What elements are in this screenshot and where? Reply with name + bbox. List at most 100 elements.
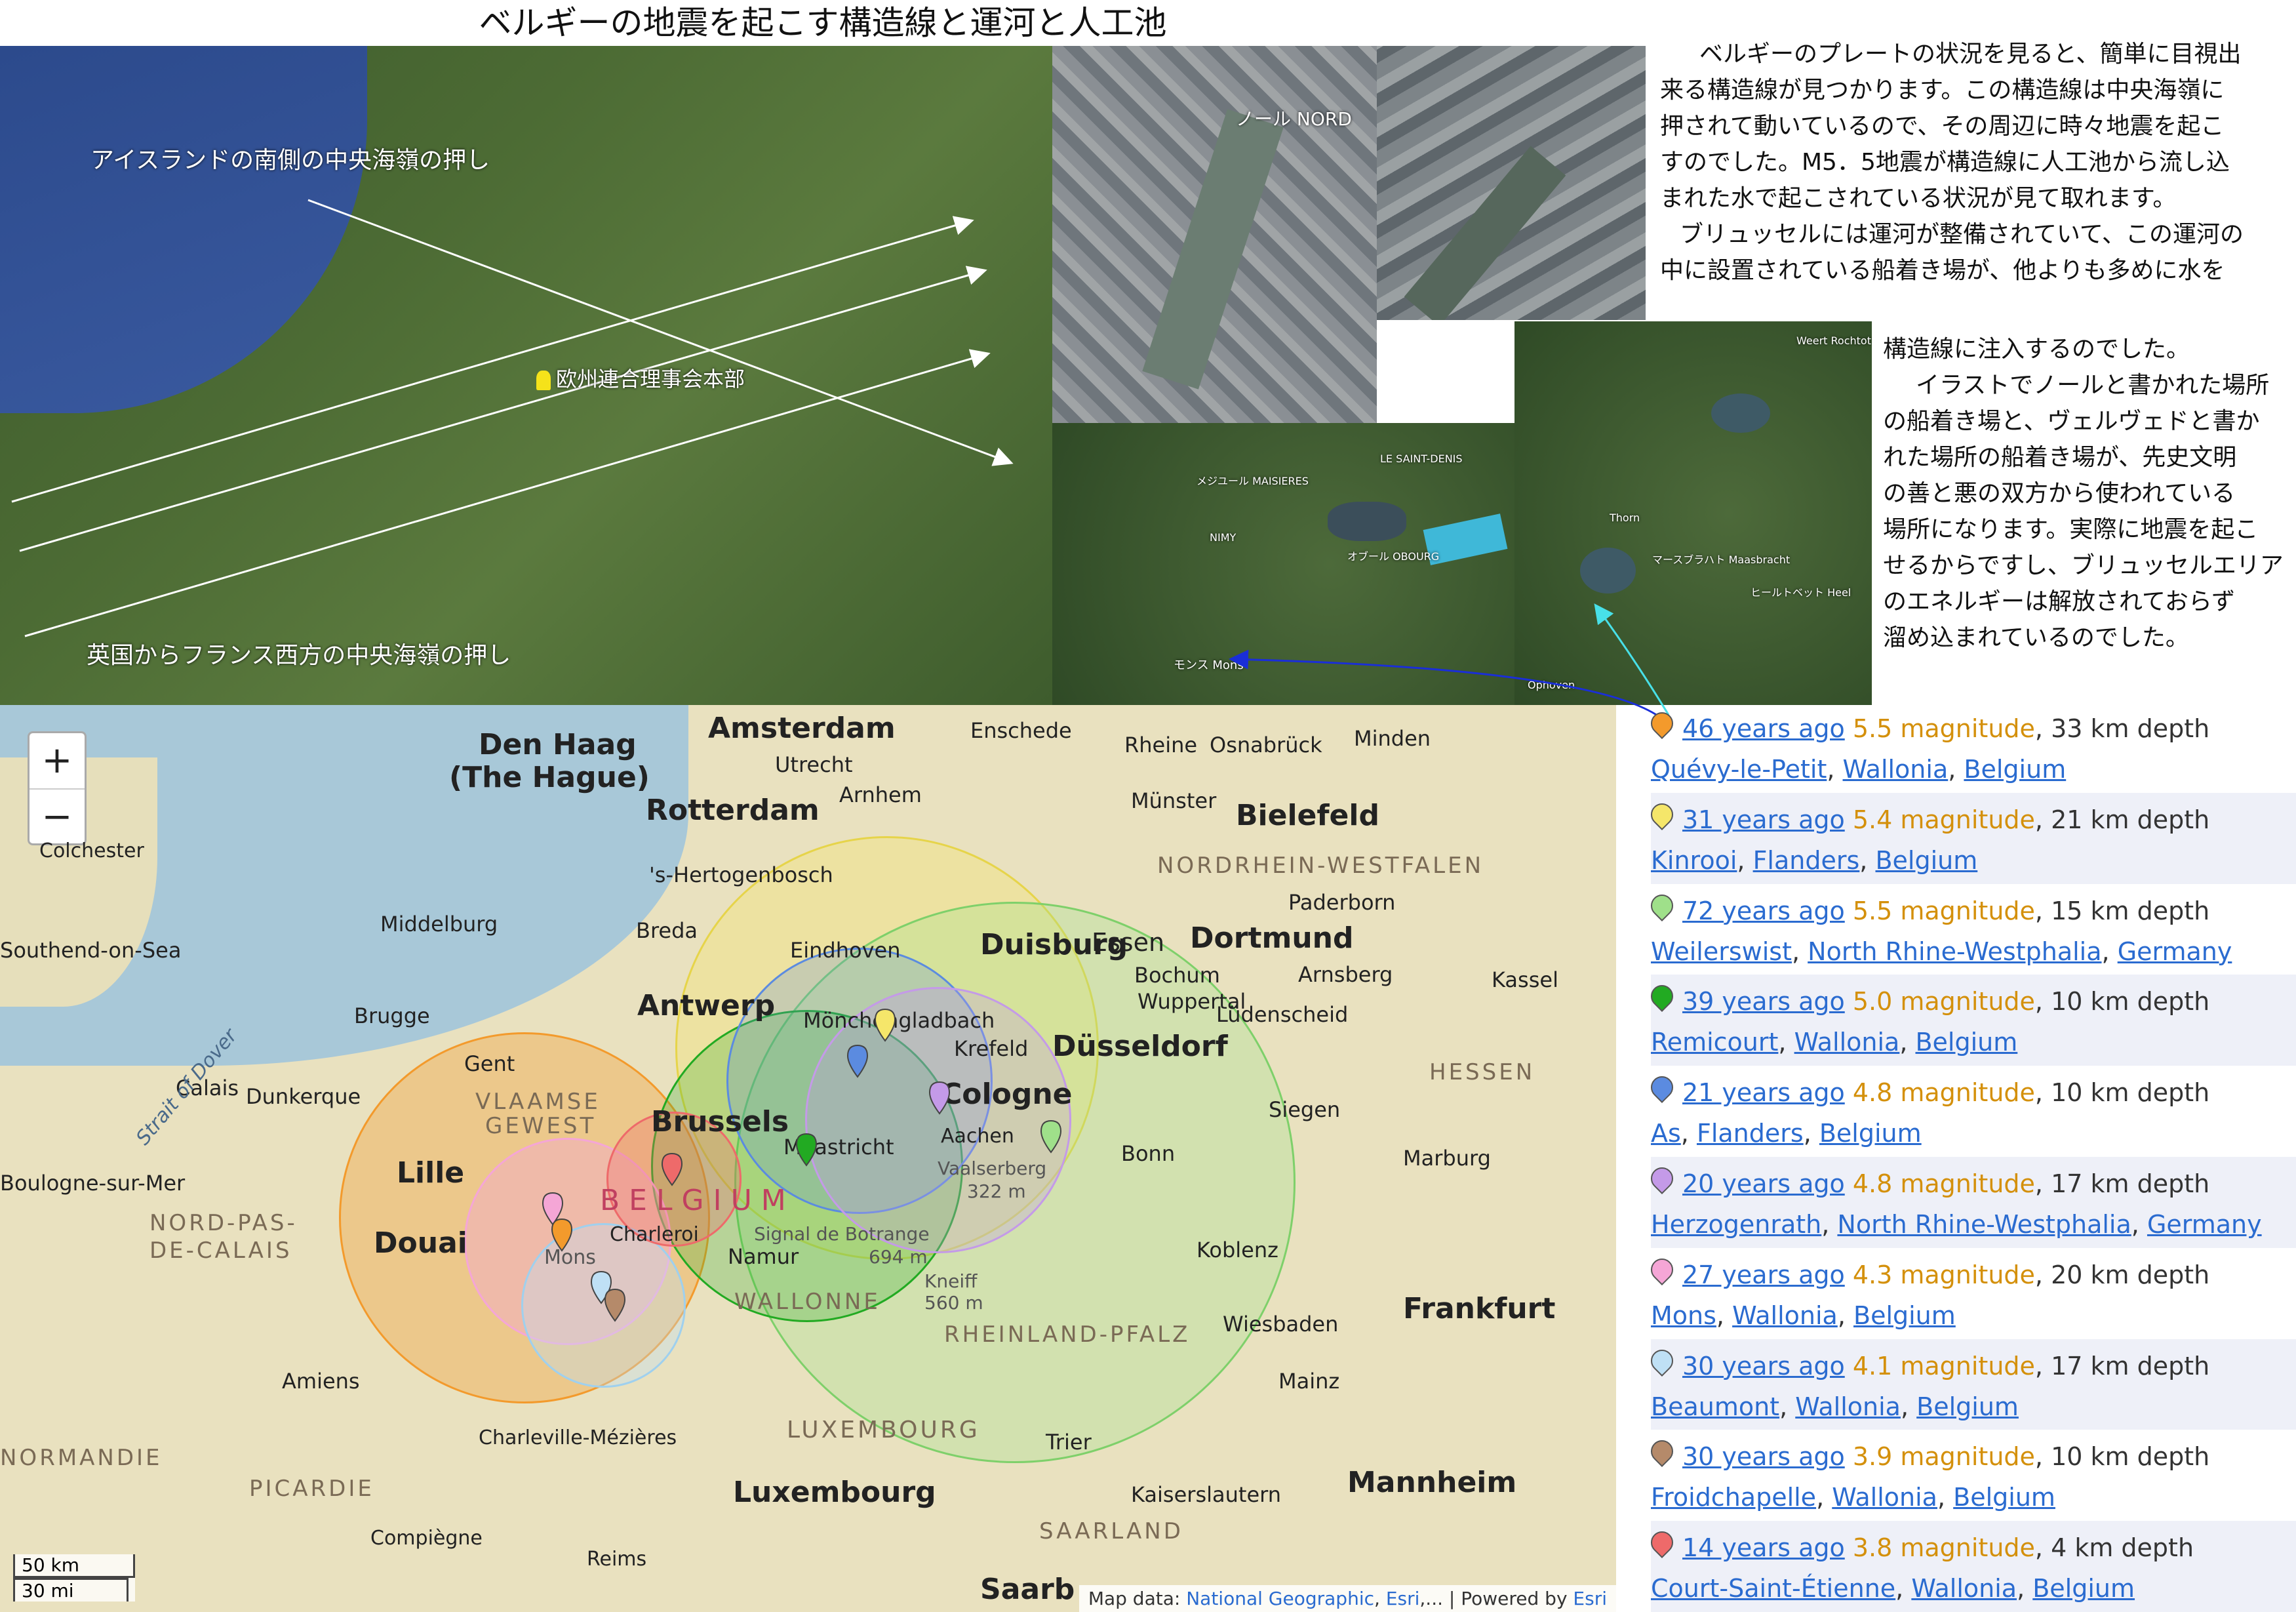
quake-region-link[interactable]: Wallonia — [1843, 755, 1949, 784]
attribution-sep: , — [1374, 1588, 1386, 1609]
map-label: Vaalserberg — [938, 1158, 1047, 1179]
label-nord: ノール NORD — [1236, 108, 1352, 130]
label-mons-map: モンス Mons — [1174, 658, 1244, 672]
map-label: 694 m — [869, 1246, 928, 1268]
map-label: Douai — [374, 1226, 467, 1260]
quake-time-link[interactable]: 21 years ago — [1682, 1078, 1845, 1107]
attribution-national-geographic[interactable]: National Geographic — [1186, 1588, 1374, 1609]
quake-place-link[interactable]: Remicourt — [1651, 1028, 1778, 1057]
map-scale: 50 km 30 mi — [13, 1554, 135, 1602]
map-label: Dortmund — [1190, 921, 1354, 955]
quake-time-link[interactable]: 72 years ago — [1682, 897, 1845, 925]
quake-country-link[interactable]: Belgium — [2032, 1574, 2135, 1603]
quake-magnitude: 5.5 magnitude — [1852, 714, 2035, 743]
quake-depth: , 17 km depth — [2034, 1169, 2210, 1198]
quake-time-link[interactable]: 46 years ago — [1682, 714, 1845, 743]
quake-country-link[interactable]: Germany — [2147, 1210, 2262, 1239]
text-line: 中に設置されている船着き場が、他よりも多めに水を — [1660, 257, 2225, 284]
quake-region-link[interactable]: Flanders — [1697, 1119, 1804, 1148]
map-label: Cologne — [941, 1078, 1073, 1111]
label-saint-denis: LE SAINT-DENIS — [1380, 453, 1463, 465]
map-label: 's-Hertogenbosch — [649, 862, 833, 887]
map-pin-icon — [1646, 1072, 1678, 1104]
map-pin-icon — [1646, 1253, 1678, 1285]
quake-region-link[interactable]: Wallonia — [1911, 1574, 2017, 1603]
quake-depth: , 21 km depth — [2034, 805, 2210, 834]
zoom-out-button[interactable]: − — [30, 790, 85, 845]
quake-country-link[interactable]: Belgium — [1875, 846, 1977, 875]
quake-time-link[interactable]: 30 years ago — [1682, 1352, 1845, 1380]
quake-place-link[interactable]: Mons — [1651, 1301, 1716, 1330]
map-label: Kaiserslautern — [1131, 1482, 1281, 1507]
eu-marker-icon — [536, 371, 551, 390]
quake-location: Kinrooi, Flanders, Belgium — [1651, 845, 1978, 875]
map-label: NORMANDIE — [0, 1445, 163, 1471]
quake-country-link[interactable]: Germany — [2118, 937, 2232, 966]
map-label: PICARDIE — [249, 1476, 374, 1502]
quake-time-link[interactable]: 27 years ago — [1682, 1260, 1845, 1289]
quake-place-link[interactable]: Quévy-le-Petit — [1651, 755, 1827, 784]
quake-depth: , 15 km depth — [2034, 896, 2210, 925]
text-line: のエネルギーは解放されておらず — [1883, 588, 2236, 615]
map-label: Mainz — [1278, 1369, 1340, 1394]
map-pin-icon — [1646, 798, 1678, 830]
label-nimy: NIMY — [1210, 531, 1237, 544]
quake-place-link[interactable]: Beaumont — [1651, 1392, 1779, 1421]
map-label: SAARLAND — [1039, 1518, 1183, 1544]
label-iceland-ridge: アイスランドの南側の中央海嶺の押し — [90, 147, 490, 174]
quake-place-link[interactable]: Herzogenrath — [1651, 1210, 1821, 1239]
quake-time-link[interactable]: 20 years ago — [1682, 1169, 1845, 1198]
quake-depth: , 4 km depth — [2034, 1533, 2194, 1563]
quake-place-link[interactable]: As — [1651, 1119, 1681, 1148]
quake-region-link[interactable]: Flanders — [1753, 846, 1860, 875]
aerial-map-maasbracht: マースブラハト Maasbracht Thorn ヒールトベット Heel We… — [1514, 321, 1872, 705]
attribution-esri[interactable]: Esri — [1386, 1588, 1420, 1609]
quake-place-link[interactable]: Froidchapelle — [1651, 1483, 1816, 1512]
quake-place-link[interactable]: Kinrooi — [1651, 846, 1737, 875]
attribution-esri-powered[interactable]: Esri — [1573, 1588, 1607, 1609]
zoom-in-button[interactable]: + — [30, 733, 85, 790]
map-label: Brugge — [354, 1003, 430, 1028]
map-label: WALLONNE — [734, 1289, 881, 1315]
map-label: VLAAMSE — [475, 1089, 601, 1115]
quake-region-link[interactable]: North Rhine-Westphalia — [1837, 1210, 2131, 1239]
map-attribution: Map data: National Geographic, Esri,... … — [1079, 1585, 1616, 1612]
quake-region-link[interactable]: Wallonia — [1732, 1301, 1838, 1330]
map-label: Boulogne-sur-Mer — [0, 1171, 186, 1196]
quake-time-link[interactable]: 14 years ago — [1682, 1533, 1845, 1562]
quake-time-link[interactable]: 39 years ago — [1682, 987, 1845, 1016]
quake-region-link[interactable]: Wallonia — [1832, 1483, 1937, 1512]
label-maasbracht: マースブラハト Maasbracht — [1652, 554, 1791, 566]
quake-region-link[interactable]: Wallonia — [1795, 1392, 1901, 1421]
map-label: Antwerp — [637, 989, 776, 1022]
quake-country-link[interactable]: Belgium — [1953, 1483, 2055, 1512]
text-line: ベルギーのプレートの状況を見ると、簡単に目視出 — [1699, 41, 2242, 68]
earthquake-map[interactable]: + − Den Haag (The Hague) Amsterdam Ensch… — [0, 705, 1616, 1612]
quake-line-1: 20 years ago 4.8 magnitude, 17 km depth — [1646, 1162, 2296, 1204]
quake-country-link[interactable]: Belgium — [1964, 755, 2066, 784]
quake-line-1: 31 years ago 5.4 magnitude, 21 km depth — [1646, 798, 2296, 840]
map-label: Colchester — [39, 839, 144, 862]
text-line: 押されて動いているので、その周辺に時々地震を起こ — [1660, 113, 2225, 140]
quake-time-link[interactable]: 30 years ago — [1682, 1442, 1845, 1471]
quake-magnitude: 5.0 magnitude — [1852, 987, 2035, 1017]
quake-location: Quévy-le-Petit, Wallonia, Belgium — [1651, 755, 2067, 784]
quake-country-link[interactable]: Belgium — [1853, 1301, 1956, 1330]
quake-place-link[interactable]: Court-Saint-Étienne — [1651, 1574, 1895, 1603]
quake-region-link[interactable]: Wallonia — [1794, 1028, 1900, 1057]
quake-time-link[interactable]: 31 years ago — [1682, 805, 1845, 834]
quake-region-link[interactable]: North Rhine-Westphalia — [1808, 937, 2101, 966]
quake-location: Remicourt, Wallonia, Belgium — [1651, 1028, 2018, 1057]
quake-place-link[interactable]: Weilerswist — [1651, 937, 1792, 966]
quake-country-link[interactable]: Belgium — [1819, 1119, 1922, 1148]
satellite-image: アイスランドの南側の中央海嶺の押し 英国からフランス西方の中央海嶺の押し 欧州連… — [0, 46, 1052, 705]
quake-country-link[interactable]: Belgium — [1916, 1392, 2019, 1421]
quake-country-link[interactable]: Belgium — [1915, 1028, 2017, 1057]
earthquake-item: 20 years ago 4.8 magnitude, 17 km depth H… — [1646, 1156, 2296, 1248]
text-line: れた場所の船着き場が、先史文明 — [1883, 444, 2237, 471]
scale-km: 50 km — [13, 1554, 135, 1578]
map-label: Amiens — [282, 1369, 360, 1394]
map-label: Aachen — [941, 1125, 1014, 1148]
map-label: Dunkerque — [246, 1084, 361, 1109]
quake-magnitude: 5.5 magnitude — [1852, 896, 2035, 925]
